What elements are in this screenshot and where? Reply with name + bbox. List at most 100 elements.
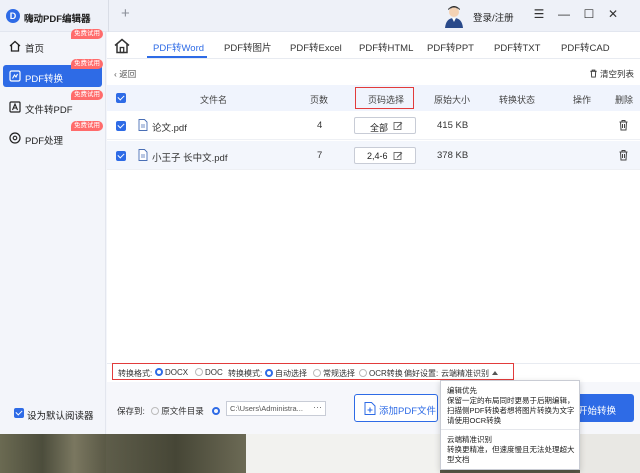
start-convert-label: 开始转换 xyxy=(578,406,617,417)
page-select-button[interactable]: 2,4-6 xyxy=(354,147,416,164)
edit-icon xyxy=(393,121,403,130)
sidebar-item-label: PDF转换 xyxy=(25,74,64,85)
file-size: 378 KB xyxy=(437,150,469,161)
col-action: 操作 xyxy=(573,95,592,105)
sidebar-item-label: 文件转PDF xyxy=(25,105,73,116)
default-reader-label: 设为默认阅读器 xyxy=(27,411,94,422)
col-pages: 页数 xyxy=(310,95,329,105)
table-row[interactable]: 论文.pdf 4 全部 415 KB xyxy=(107,111,640,140)
col-convert-status: 转换状态 xyxy=(499,95,536,105)
highlight-page-select xyxy=(355,87,414,109)
sidebar-item-pdf-convert[interactable]: PDF转换 免费试用 xyxy=(3,59,103,87)
popup-option-desc: 保留一定的布局同时更易于后期编辑，扫描侧PDF转换者想将图片转换为文字请使用OC… xyxy=(447,396,575,425)
pdf-file-icon xyxy=(138,119,148,131)
app-window: D 嗨动PDF编辑器 + 登录/注册 ☰ — ☐ ✕ 首页 免费试用 PDF转换… xyxy=(0,0,640,434)
highlight-options xyxy=(112,363,514,380)
file-size: 415 KB xyxy=(437,120,469,131)
background-photo xyxy=(0,434,106,473)
row-checkbox[interactable] xyxy=(116,151,126,161)
popup-option-title: 云端精准识别 xyxy=(447,435,492,444)
save-path-input[interactable]: C:\Users\Administra... ··· xyxy=(226,401,326,416)
popup-option-title: 编辑优先 xyxy=(447,386,477,395)
popup-divider xyxy=(441,429,579,430)
tab-pdf-to-html[interactable]: PDF转HTML xyxy=(359,40,413,54)
maximize-button[interactable]: ☐ xyxy=(582,6,596,22)
radio-source-dir[interactable]: 原文件目录 xyxy=(151,406,204,416)
tab-divider xyxy=(108,0,109,32)
browse-button[interactable]: ··· xyxy=(313,402,322,412)
default-reader-toggle[interactable]: 设为默认阅读器 xyxy=(14,407,94,422)
background-paper xyxy=(246,434,440,473)
save-to-label: 保存到: 原文件目录 xyxy=(117,405,222,417)
col-original-size: 原始大小 xyxy=(434,95,471,105)
new-tab-button[interactable]: + xyxy=(121,6,130,22)
tab-pdf-to-ppt[interactable]: PDF转PPT xyxy=(427,40,474,54)
back-button[interactable]: ‹ 返回 xyxy=(114,68,136,80)
tab-pdf-to-cad[interactable]: PDF转CAD xyxy=(561,40,610,54)
tab-pdf-to-excel[interactable]: PDF转Excel xyxy=(290,40,342,54)
popup-option-edit-first[interactable]: 编辑优先 保留一定的布局同时更易于后期编辑，扫描侧PDF转换者想将图片转换为文字… xyxy=(447,386,575,426)
checkbox-checked-icon[interactable] xyxy=(14,407,24,418)
row-checkbox[interactable] xyxy=(116,121,126,131)
save-to-text: 保存到: xyxy=(117,406,145,416)
col-delete: 删除 xyxy=(615,95,634,105)
login-register-link[interactable]: 登录/注册 xyxy=(473,10,514,24)
minimize-button[interactable]: — xyxy=(557,6,571,22)
trash-icon xyxy=(589,69,597,78)
clear-list-label: 清空列表 xyxy=(599,69,634,79)
page-count: 4 xyxy=(317,120,323,131)
pdf-file-icon xyxy=(138,149,148,161)
radio-unselected-icon xyxy=(151,407,160,415)
radio-custom-path[interactable] xyxy=(212,407,221,415)
delete-row-icon[interactable] xyxy=(618,149,629,161)
close-button[interactable]: ✕ xyxy=(606,6,620,22)
radio-label: 原文件目录 xyxy=(161,406,204,416)
add-file-icon xyxy=(364,402,376,415)
home-icon[interactable] xyxy=(113,37,131,55)
select-all-checkbox[interactable] xyxy=(116,93,126,103)
sidebar-item-pdf-process[interactable]: PDF处理 免费试用 xyxy=(3,121,103,149)
background-photo xyxy=(106,434,246,473)
app-title: 嗨动PDF编辑器 xyxy=(24,14,91,25)
file-name: 论文.pdf xyxy=(152,123,187,134)
page-select-button[interactable]: 全部 xyxy=(354,117,416,134)
popup-option-desc: 转换更精准，但速度慢且无法处理超大型文档 xyxy=(447,445,575,464)
table-row[interactable]: 小王子 长中文.pdf 7 2,4-6 378 KB xyxy=(107,141,640,170)
list-toolbar: ‹ 返回 清空列表 xyxy=(107,67,640,81)
avatar[interactable] xyxy=(443,4,465,28)
free-trial-badge: 免费试用 xyxy=(71,59,103,69)
tab-pdf-to-txt[interactable]: PDF转TXT xyxy=(494,40,540,54)
pdf-convert-icon xyxy=(9,70,21,82)
popup-option-cloud-precise[interactable]: 云端精准识别 转换更精准，但速度慢且无法处理超大型文档 xyxy=(447,435,575,465)
preference-popup: 编辑优先 保留一定的布局同时更易于后期编辑，扫描侧PDF转换者想将图片转换为文字… xyxy=(440,380,580,470)
background-paper xyxy=(580,434,640,473)
sidebar-item-label: 首页 xyxy=(25,44,45,55)
delete-row-icon[interactable] xyxy=(618,119,629,131)
page-count: 7 xyxy=(317,150,323,161)
menu-icon[interactable]: ☰ xyxy=(532,6,546,22)
back-label: 返回 xyxy=(119,69,137,79)
add-pdf-label: 添加PDF文件 xyxy=(379,406,437,417)
free-trial-badge: 免费试用 xyxy=(71,29,103,39)
app-logo-icon: D xyxy=(6,9,20,23)
pdf-process-icon xyxy=(9,132,21,144)
title-bar: D 嗨动PDF编辑器 + 登录/注册 ☰ — ☐ ✕ xyxy=(0,0,640,32)
col-filename: 文件名 xyxy=(200,95,228,105)
clear-list-button[interactable]: 清空列表 xyxy=(589,68,634,80)
page-select-value: 全部 xyxy=(370,123,389,133)
page-select-value: 2,4-6 xyxy=(367,151,388,161)
tab-pdf-to-word[interactable]: PDF转Word xyxy=(153,40,204,54)
file-to-pdf-icon xyxy=(9,101,21,113)
home-icon xyxy=(9,40,21,52)
sidebar: 首页 免费试用 PDF转换 免费试用 文件转PDF 免费试用 PDF处理 免费试… xyxy=(0,29,106,434)
sidebar-item-home[interactable]: 首页 免费试用 xyxy=(3,29,103,57)
active-tab-indicator xyxy=(147,56,207,58)
free-trial-badge: 免费试用 xyxy=(71,121,103,131)
sidebar-item-file-to-pdf[interactable]: 文件转PDF 免费试用 xyxy=(3,90,103,118)
conversion-tabs: PDF转Word PDF转图片 PDF转Excel PDF转HTML PDF转P… xyxy=(107,32,640,59)
file-name: 小王子 长中文.pdf xyxy=(152,153,228,164)
edit-icon xyxy=(393,151,403,160)
main-panel: PDF转Word PDF转图片 PDF转Excel PDF转HTML PDF转P… xyxy=(107,32,640,434)
add-pdf-button[interactable]: 添加PDF文件 xyxy=(354,394,438,422)
tab-pdf-to-image[interactable]: PDF转图片 xyxy=(224,40,272,54)
